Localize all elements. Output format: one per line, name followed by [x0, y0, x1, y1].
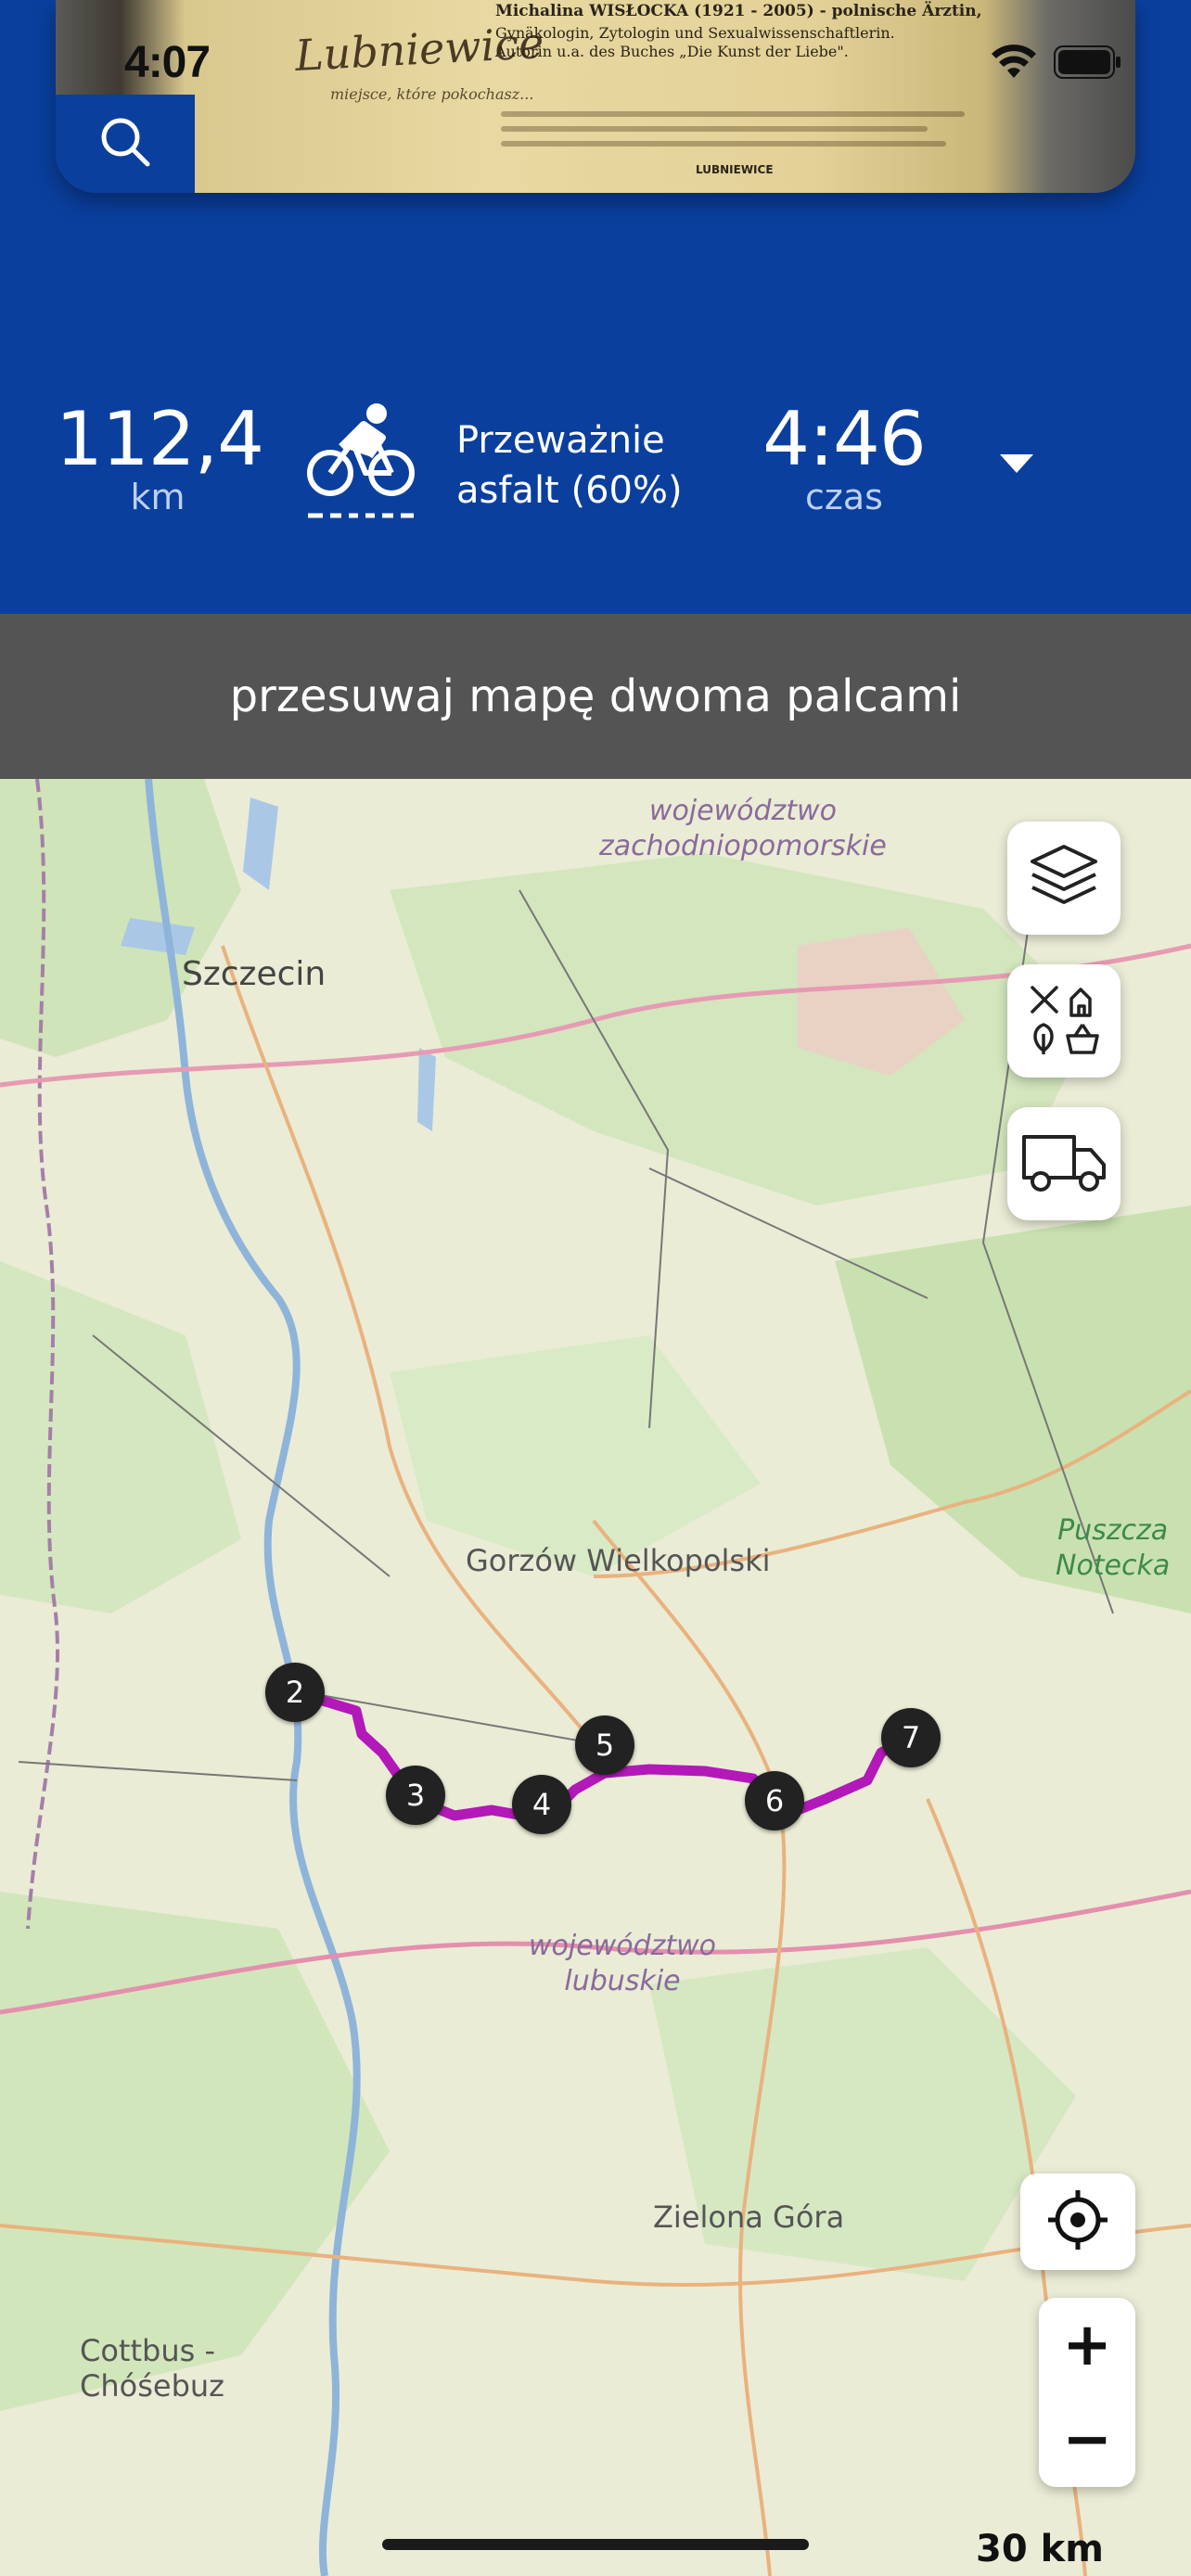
- map-label-gorzow: Gorzów Wielkopolski: [466, 1543, 771, 1578]
- layers-button[interactable]: [1007, 822, 1121, 935]
- zoom-out-button[interactable]: −: [1039, 2392, 1135, 2487]
- photo-logo-sub: miejsce, które pokochasz...: [330, 85, 534, 103]
- route-map[interactable]: Szczecin województwo zachodniopomorskie …: [0, 779, 1191, 2576]
- map-label-puszcza-notecka: Puszcza Notecka: [1056, 1513, 1170, 1584]
- bicycle-icon: [304, 401, 419, 525]
- layers-icon: [1029, 843, 1099, 913]
- map-label-cottbus: Cottbus - Chóśebuz: [80, 2333, 224, 2404]
- surface-line-2: asfalt (60%): [456, 469, 683, 512]
- map-label-region-zach-line-2: zachodniopomorskie: [599, 830, 887, 862]
- locate-me-button[interactable]: [1020, 2174, 1135, 2270]
- wifi-icon: [991, 45, 1037, 80]
- status-icons: [991, 45, 1122, 80]
- distance-stat: 112,4 km: [56, 396, 264, 517]
- waypoint-marker[interactable]: 3: [386, 1766, 445, 1825]
- surface-line-1: Przeważnie: [456, 419, 665, 462]
- map-hint-bar: przesuwaj mapę dwoma palcami: [0, 614, 1191, 779]
- waypoint-marker[interactable]: 6: [745, 1771, 804, 1830]
- map-label-zielona-gora: Zielona Góra: [653, 2200, 845, 2235]
- poi-categories-icon: [1027, 982, 1101, 1060]
- waypoint-marker[interactable]: 7: [881, 1708, 941, 1767]
- map-label-region-lub-line-1: województwo: [529, 1930, 717, 1962]
- search-button[interactable]: [56, 95, 195, 193]
- surface-info: Przeważnie asfalt (60%): [456, 415, 683, 516]
- battery-icon: [1054, 45, 1122, 79]
- map-label-puszcza-line-2: Notecka: [1056, 1549, 1171, 1582]
- map-label-region-zach-line-1: województwo: [648, 795, 837, 827]
- truck-icon: [1020, 1129, 1108, 1198]
- zoom-in-button[interactable]: +: [1039, 2298, 1135, 2392]
- zoom-controls: + −: [1039, 2298, 1135, 2487]
- sign-text-line: [501, 126, 928, 132]
- map-label-cottbus-line-2: Chóśebuz: [80, 2368, 224, 2404]
- sign-text-line: [501, 141, 946, 147]
- search-icon: [96, 112, 155, 175]
- expand-stats-chevron-down-icon[interactable]: [1000, 454, 1033, 473]
- map-scale-label: 30 km: [976, 2528, 1104, 2570]
- map-label-szczecin: Szczecin: [182, 955, 327, 993]
- crosshair-location-icon: [1046, 2188, 1109, 2255]
- map-label-region-lub-line-2: lubuskie: [564, 1965, 681, 1997]
- photo-subline: Gynäkologin, Zytologin und Sexualwissens…: [495, 24, 895, 60]
- map-label-puszcza-line-1: Puszcza: [1057, 1514, 1169, 1547]
- map-label-region-lubuskie: województwo lubuskie: [529, 1929, 716, 1999]
- points-of-interest-button[interactable]: [1007, 964, 1121, 1078]
- time-unit: czas: [805, 477, 883, 517]
- distance-value: 112,4: [56, 396, 264, 482]
- map-label-region-zachodniopomorskie: województwo zachodniopomorskie: [599, 794, 887, 864]
- distance-unit: km: [130, 477, 186, 517]
- status-time: 4:07: [124, 38, 211, 87]
- map-hint-text: przesuwaj mapę dwoma palcami: [229, 670, 962, 722]
- photo-headline: Michalina WISŁOCKA (1921 - 2005) - polni…: [495, 2, 982, 20]
- time-value: 4:46: [762, 396, 927, 482]
- home-indicator[interactable]: [382, 2539, 809, 2550]
- waypoint-marker[interactable]: 2: [265, 1663, 325, 1722]
- map-label-cottbus-line-1: Cottbus -: [80, 2333, 215, 2368]
- photo-badge: LUBNIEWICE: [696, 163, 774, 176]
- sign-text-line: [501, 111, 965, 117]
- transport-button[interactable]: [1007, 1107, 1121, 1220]
- time-stat: 4:46 czas: [761, 401, 928, 516]
- waypoint-marker[interactable]: 4: [512, 1775, 571, 1834]
- waypoint-marker[interactable]: 5: [575, 1715, 634, 1775]
- header-photo: Lubniewice miejsce, które pokochasz... M…: [56, 0, 1135, 193]
